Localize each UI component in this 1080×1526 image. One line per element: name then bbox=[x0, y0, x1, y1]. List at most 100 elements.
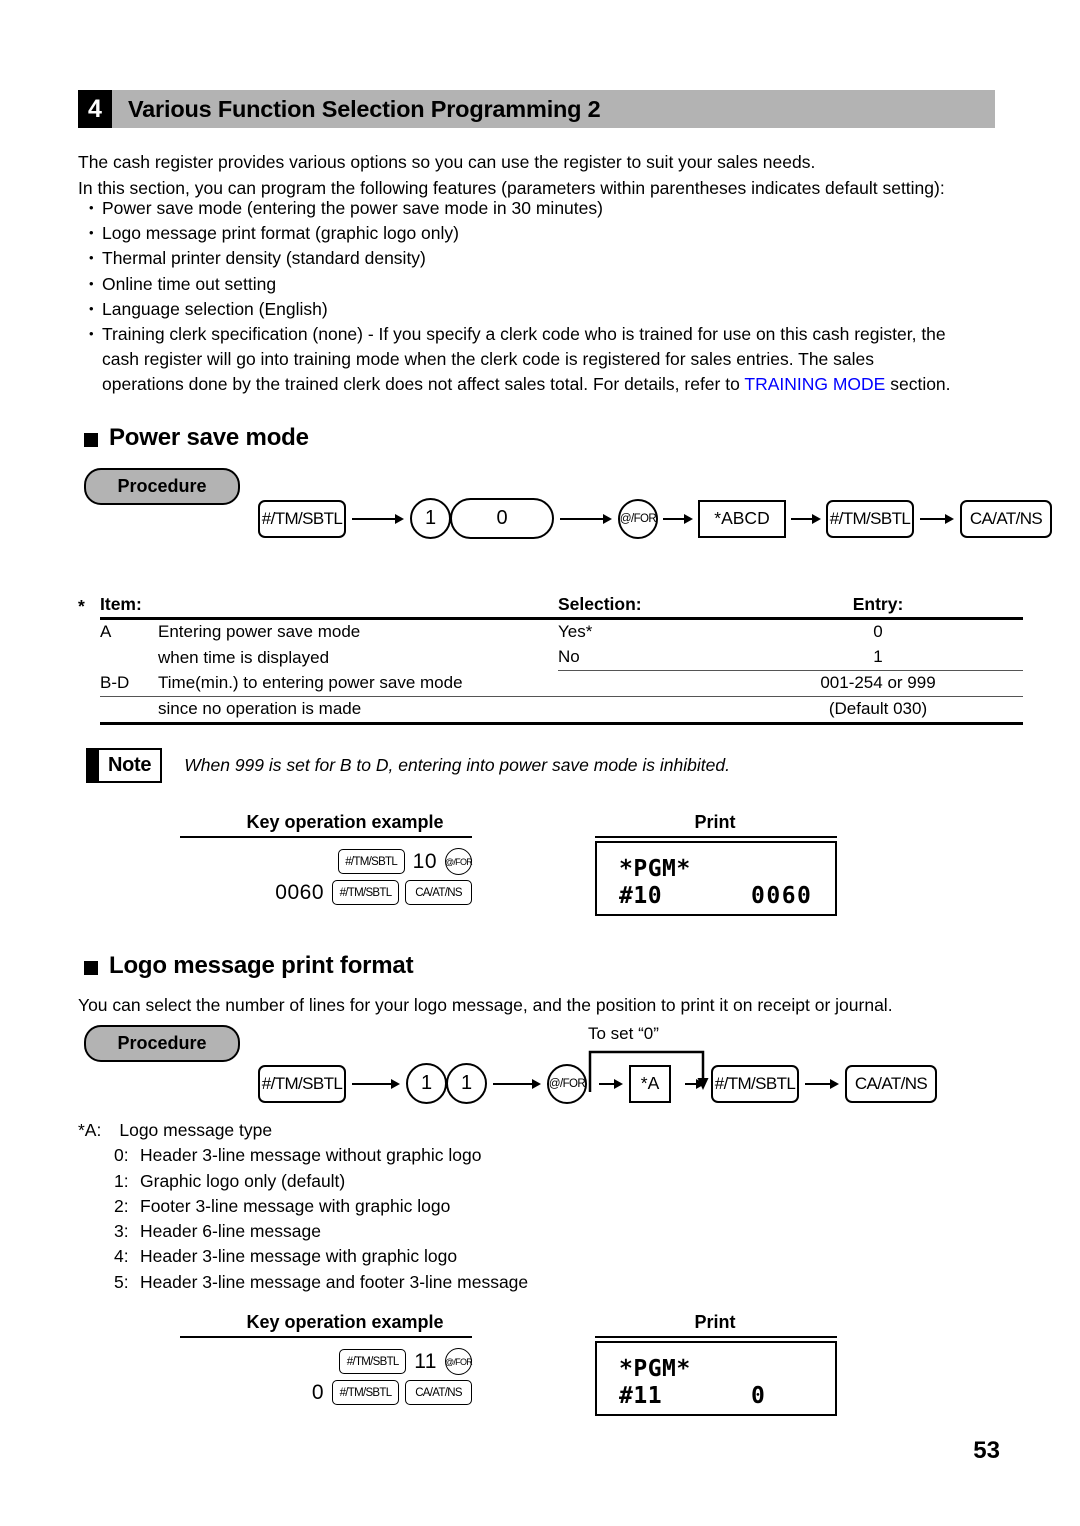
row-entry-a-line1: 0 bbox=[873, 622, 883, 641]
key-digit-1b[interactable]: 1 bbox=[446, 1063, 487, 1104]
receipt-value: 0060 bbox=[751, 883, 813, 909]
key-tm-sbtl[interactable]: #/TM/SBTL bbox=[711, 1064, 799, 1103]
key-ca-at-ns[interactable]: CA/AT/NS bbox=[845, 1064, 937, 1103]
option-number: 4: bbox=[114, 1246, 129, 1267]
print-title-2: Print bbox=[694, 1312, 736, 1332]
heading-text: Power save mode bbox=[109, 424, 309, 451]
list-item-training: Training clerk specification (none) - If… bbox=[88, 321, 988, 347]
a-list-title: Logo message type bbox=[119, 1120, 273, 1140]
feature-list: Power save mode (entering the power save… bbox=[88, 195, 988, 398]
square-bullet-icon bbox=[84, 960, 98, 975]
intro-line-1: The cash register provides various optio… bbox=[78, 152, 816, 172]
heading-power-save-mode: Power save mode bbox=[84, 424, 309, 452]
key-digit-1[interactable]: 1 bbox=[406, 1063, 447, 1104]
row-entry-a-line2: 1 bbox=[733, 645, 1023, 671]
option-text: Footer 3-line message with graphic logo bbox=[140, 1195, 451, 1216]
row-item-bd-line1: Time(min.) to entering power save mode bbox=[158, 670, 558, 697]
receipt-line-value: #10 0060 bbox=[619, 883, 835, 909]
key-tm-sbtl[interactable]: #/TM/SBTL bbox=[332, 880, 399, 905]
option-text: Header 3-line message and footer 3-line … bbox=[140, 1271, 529, 1292]
note-badge: Note bbox=[86, 748, 163, 783]
entry-number: 0 bbox=[311, 1380, 324, 1404]
bypass-label: To set “0” bbox=[588, 1024, 659, 1043]
training-line-3-post: section. bbox=[885, 374, 951, 395]
key-digit-0[interactable]: 0 bbox=[450, 498, 554, 539]
row-code-bd: B-D bbox=[100, 670, 158, 697]
list-item: 1: Graphic logo only (default) bbox=[114, 1169, 528, 1194]
note-block: Note When 999 is set for B to D, enterin… bbox=[86, 748, 730, 783]
key-ca-at-ns[interactable]: CA/AT/NS bbox=[405, 880, 472, 905]
section-header: 4 Various Function Selection Programming… bbox=[78, 90, 995, 128]
print-rule-1 bbox=[595, 836, 837, 838]
list-item: 5: Header 3-line message and footer 3-li… bbox=[114, 1270, 528, 1295]
option-number: 0: bbox=[114, 1145, 129, 1166]
option-number: 5: bbox=[114, 1271, 129, 1292]
table-header-entry: Entry: bbox=[733, 592, 1023, 620]
table-row: B-D Time(min.) to entering power save mo… bbox=[78, 670, 1023, 697]
training-line-3-pre: operations done by the trained clerk doe… bbox=[102, 374, 745, 395]
option-number: 1: bbox=[114, 1170, 129, 1191]
option-text: Header 6-line message bbox=[140, 1221, 321, 1242]
entry-number: 11 bbox=[414, 1349, 437, 1373]
row-selection-a-line1: Yes* bbox=[558, 622, 593, 641]
key-tm-sbtl[interactable]: #/TM/SBTL bbox=[258, 499, 346, 538]
heading-text: Logo message print format bbox=[109, 952, 414, 979]
receipt-code: #10 bbox=[619, 883, 663, 909]
row-item-bd-line2: since no operation is made bbox=[158, 696, 558, 725]
procedure-label: Procedure bbox=[117, 476, 207, 496]
row-code-a: A bbox=[100, 622, 112, 641]
print-receipt-1: *PGM* #10 0060 bbox=[595, 841, 837, 916]
key-ca-at-ns[interactable]: CA/AT/NS bbox=[960, 499, 1052, 538]
option-text: Graphic logo only (default) bbox=[140, 1170, 346, 1191]
entry-number: 10 bbox=[412, 849, 437, 873]
page-number: 53 bbox=[973, 1437, 1000, 1464]
key-ca-at-ns[interactable]: CA/AT/NS bbox=[405, 1380, 472, 1405]
row-entry-bd-line1: 001-254 or 999 bbox=[733, 670, 1023, 697]
key-operation-keys-1: #/TM/SBTL 10 @/FOR 0060 #/TM/SBTL CA/AT/… bbox=[250, 848, 473, 910]
note-tab-icon bbox=[88, 750, 99, 781]
table-row: when time is displayed No 1 bbox=[78, 645, 1023, 671]
arrow-icon bbox=[663, 513, 693, 524]
key-operation-keys-2: #/TM/SBTL 11 @/FOR 0 #/TM/SBTL CA/AT/NS bbox=[250, 1348, 473, 1410]
note-text: When 999 is set for B to D, entering int… bbox=[184, 755, 730, 775]
list-item: 4: Header 3-line message with graphic lo… bbox=[114, 1244, 528, 1269]
list-item: Online time out setting bbox=[88, 271, 988, 297]
section-number-badge: 4 bbox=[78, 90, 112, 128]
procedure-label: Procedure bbox=[117, 1033, 207, 1053]
logo-message-type-list: *A: Logo message type 0: Header 3-line m… bbox=[78, 1118, 528, 1295]
entry-number: 0060 bbox=[275, 880, 324, 904]
list-item: 2: Footer 3-line message with graphic lo… bbox=[114, 1194, 528, 1219]
key-tm-sbtl[interactable]: #/TM/SBTL bbox=[337, 849, 405, 874]
list-item: Logo message print format (graphic logo … bbox=[88, 220, 988, 246]
key-tm-sbtl[interactable]: #/TM/SBTL bbox=[826, 499, 914, 538]
receipt-line-value: #11 0 bbox=[619, 1383, 835, 1409]
key-tm-sbtl[interactable]: #/TM/SBTL bbox=[339, 1349, 407, 1374]
key-digit-1[interactable]: 1 bbox=[410, 498, 451, 539]
training-mode-link[interactable]: TRAINING MODE bbox=[744, 374, 885, 394]
key-at-for[interactable]: @/FOR bbox=[618, 498, 658, 539]
arrow-icon bbox=[352, 1078, 400, 1089]
a-list-label: *A: bbox=[78, 1120, 102, 1140]
a-list-header: *A: Logo message type bbox=[78, 1118, 528, 1143]
row-item-a-line2: when time is displayed bbox=[158, 647, 330, 667]
table-header-item: Item: bbox=[100, 592, 158, 620]
training-line-1: Training clerk specification (none) - If… bbox=[102, 324, 946, 345]
square-bullet-icon bbox=[84, 432, 98, 447]
option-text: Header 3-line message with graphic logo bbox=[140, 1246, 458, 1267]
key-operation-example-title-2: Key operation example bbox=[246, 1312, 444, 1332]
key-operation-rule-2 bbox=[180, 1336, 472, 1338]
selection-table: * Item: Selection: Entry: A Entering pow… bbox=[78, 592, 1023, 725]
key-tm-sbtl[interactable]: #/TM/SBTL bbox=[332, 1380, 399, 1405]
key-tm-sbtl[interactable]: #/TM/SBTL bbox=[258, 1064, 346, 1103]
arrow-icon bbox=[685, 1078, 705, 1089]
row-selection-bd-line1 bbox=[558, 670, 733, 697]
key-at-for[interactable]: @/FOR bbox=[547, 1063, 587, 1104]
key-operation-example-title-1: Key operation example bbox=[246, 812, 444, 832]
option-number: 2: bbox=[114, 1195, 129, 1216]
key-at-for[interactable]: @/FOR bbox=[445, 848, 473, 875]
list-item: 0: Header 3-line message without graphic… bbox=[114, 1143, 528, 1168]
key-at-for[interactable]: @/FOR bbox=[445, 1348, 473, 1375]
key-row-1: #/TM/SBTL 10 @/FOR bbox=[250, 848, 473, 875]
list-item: 3: Header 6-line message bbox=[114, 1219, 528, 1244]
logo-format-intro: You can select the number of lines for y… bbox=[78, 995, 893, 1015]
